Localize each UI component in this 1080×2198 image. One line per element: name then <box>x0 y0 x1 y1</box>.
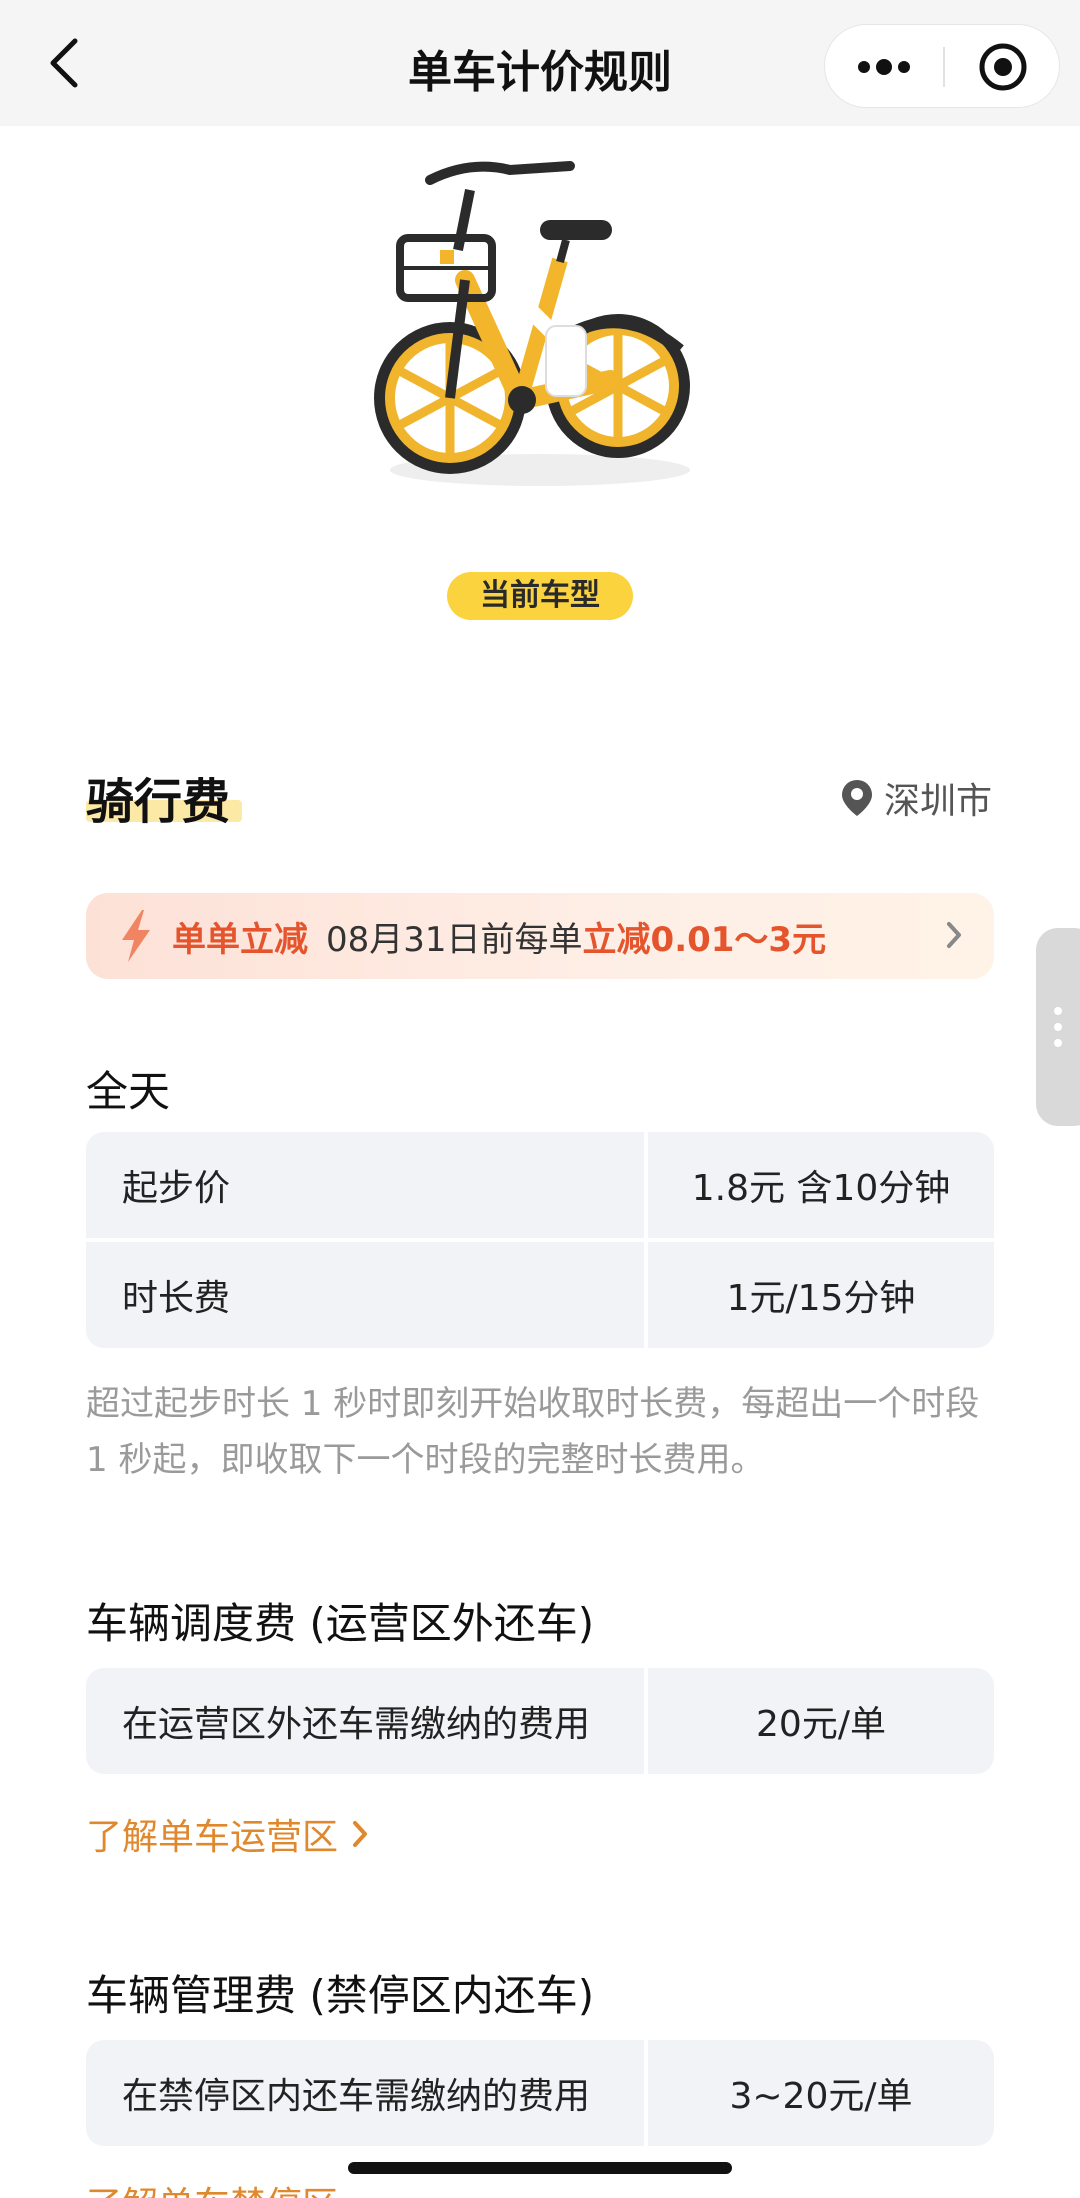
promo-text: 08月31日前每单 <box>326 919 583 960</box>
ride-fee-table: 起步价 1.8元 含10分钟 时长费 1元/15分钟 <box>86 1132 994 1352</box>
chevron-right-icon <box>353 1821 368 1847</box>
handle-dot <box>1054 1007 1062 1015</box>
table-row: 起步价 1.8元 含10分钟 <box>86 1132 994 1238</box>
city-selector[interactable]: 深圳市 <box>840 772 992 824</box>
row-label: 在禁停区内还车需缴纳的费用 <box>86 2040 644 2146</box>
no-parking-area-link[interactable]: 了解单车禁停区 <box>86 2176 338 2198</box>
dispatch-fee-title: 车辆调度费 (运营区外还车) <box>86 1599 595 1648</box>
handle-dot <box>1054 1023 1062 1031</box>
navigation-bar: 单车计价规则 <box>0 0 1080 126</box>
dispatch-fee-table: 在运营区外还车需缴纳的费用 20元/单 <box>86 1668 994 1778</box>
more-button[interactable] <box>825 25 943 109</box>
row-label: 起步价 <box>86 1132 644 1238</box>
promo-tag: 单单立减 <box>172 919 308 960</box>
close-mini-program-button[interactable] <box>945 25 1061 109</box>
lightning-icon <box>122 910 150 962</box>
table-row: 时长费 1元/15分钟 <box>86 1242 994 1348</box>
row-value: 3~20元/单 <box>648 2040 994 2146</box>
row-value: 20元/单 <box>648 1668 994 1774</box>
current-model-tag: 当前车型 <box>447 572 633 620</box>
bike-image <box>374 161 690 486</box>
chevron-right-icon <box>947 922 961 948</box>
link-label: 了解单车运营区 <box>86 1817 339 1858</box>
location-pin-icon <box>841 780 872 816</box>
table-row: 在运营区外还车需缴纳的费用 20元/单 <box>86 1668 994 1774</box>
ride-fee-note: 超过起步时长 1 秒时即刻开始收取时长费，每超出一个时段 1 秒起，即收取下一个… <box>86 1384 980 1480</box>
row-label: 在运营区外还车需缴纳的费用 <box>86 1668 644 1774</box>
row-value: 1元/15分钟 <box>648 1242 994 1348</box>
promo-highlight: 立减0.01～3元 <box>582 919 827 960</box>
handle-dot <box>1054 1039 1062 1047</box>
mini-program-capsule <box>824 24 1060 108</box>
ride-fee-title: 骑行费 <box>86 774 231 830</box>
period-label: 全天 <box>86 1067 171 1116</box>
city-label: 深圳市 <box>883 781 992 822</box>
home-indicator[interactable] <box>348 2162 732 2174</box>
side-drawer-handle[interactable] <box>1036 928 1080 1126</box>
link-label: 了解单车禁停区 <box>86 2176 338 2198</box>
operating-area-link[interactable]: 了解单车运营区 <box>86 1808 370 1860</box>
promo-banner[interactable]: 单单立减 08月31日前每单 立减0.01～3元 <box>86 893 994 979</box>
more-dots-icon <box>858 59 910 75</box>
target-circle-icon <box>979 43 1027 91</box>
row-value: 1.8元 含10分钟 <box>648 1132 994 1238</box>
management-fee-table: 在禁停区内还车需缴纳的费用 3~20元/单 <box>86 2040 994 2150</box>
table-row: 在禁停区内还车需缴纳的费用 3~20元/单 <box>86 2040 994 2146</box>
management-fee-title: 车辆管理费 (禁停区内还车) <box>86 1971 595 2020</box>
row-label: 时长费 <box>86 1242 644 1348</box>
